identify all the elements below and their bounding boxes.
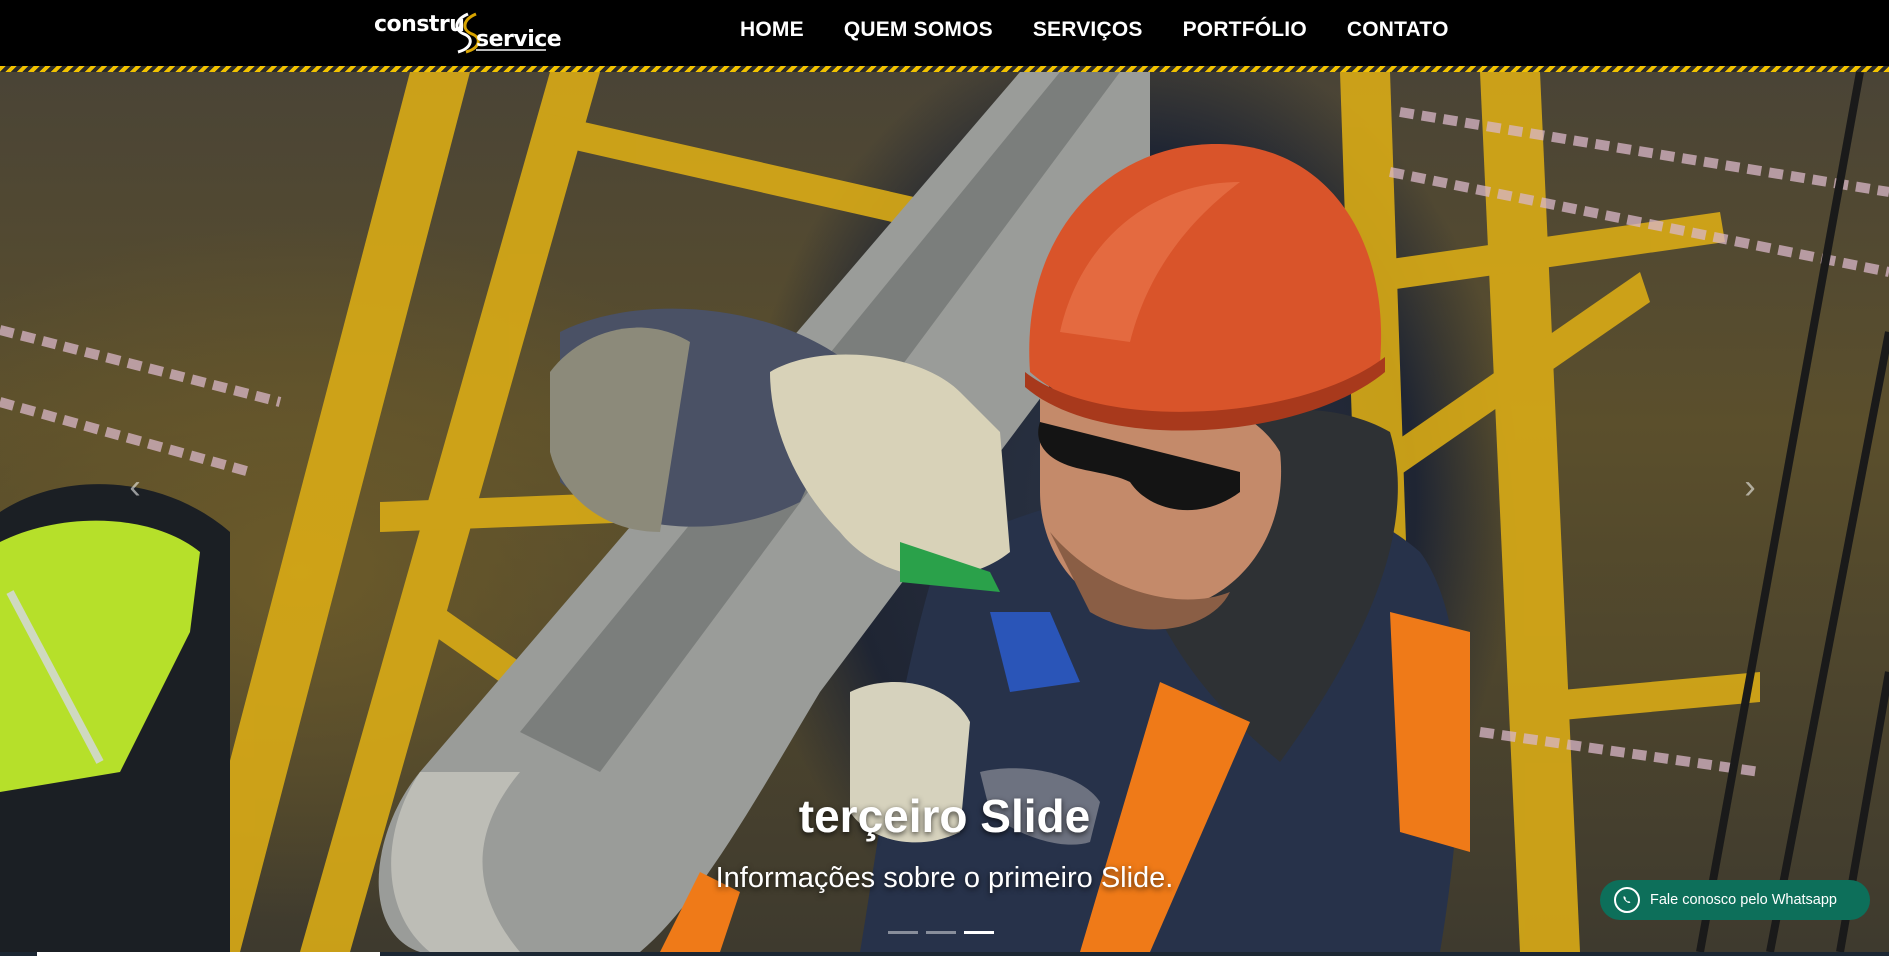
- hero-carousel: ‹ › terçeiro Slide Informações sobre o p…: [0, 72, 1889, 952]
- carousel-prev-button[interactable]: ‹: [115, 462, 155, 512]
- chevron-right-icon: ›: [1744, 468, 1756, 506]
- nav-servicos[interactable]: SERVIÇOS: [1033, 18, 1143, 42]
- carousel-indicator-3[interactable]: [964, 931, 994, 934]
- whatsapp-icon: [1614, 887, 1640, 913]
- whatsapp-label: Fale conosco pelo Whatsapp: [1650, 892, 1837, 908]
- logo-tagline: [476, 49, 546, 51]
- nav-portfolio[interactable]: PORTFÓLIO: [1183, 18, 1307, 42]
- carousel-indicator-2[interactable]: [926, 931, 956, 934]
- nav-home[interactable]: HOME: [740, 18, 804, 42]
- nav-quem-somos[interactable]: QUEM SOMOS: [844, 18, 993, 42]
- main-nav: HOME QUEM SOMOS SERVIÇOS PORTFÓLIO CONTA…: [740, 0, 1449, 60]
- carousel-indicators: [888, 931, 994, 934]
- site-logo[interactable]: constru service: [372, 10, 562, 54]
- site-header: constru service HOME QUEM SOMOS SERVIÇOS…: [0, 0, 1889, 66]
- bottom-bar-highlight: [37, 952, 380, 956]
- slide-caption-title: terçeiro Slide: [798, 790, 1091, 842]
- carousel-indicator-1[interactable]: [888, 931, 918, 934]
- chevron-left-icon: ‹: [129, 468, 141, 506]
- whatsapp-button[interactable]: Fale conosco pelo Whatsapp: [1600, 880, 1870, 920]
- nav-contato[interactable]: CONTATO: [1347, 18, 1449, 42]
- carousel-next-button[interactable]: ›: [1730, 462, 1770, 512]
